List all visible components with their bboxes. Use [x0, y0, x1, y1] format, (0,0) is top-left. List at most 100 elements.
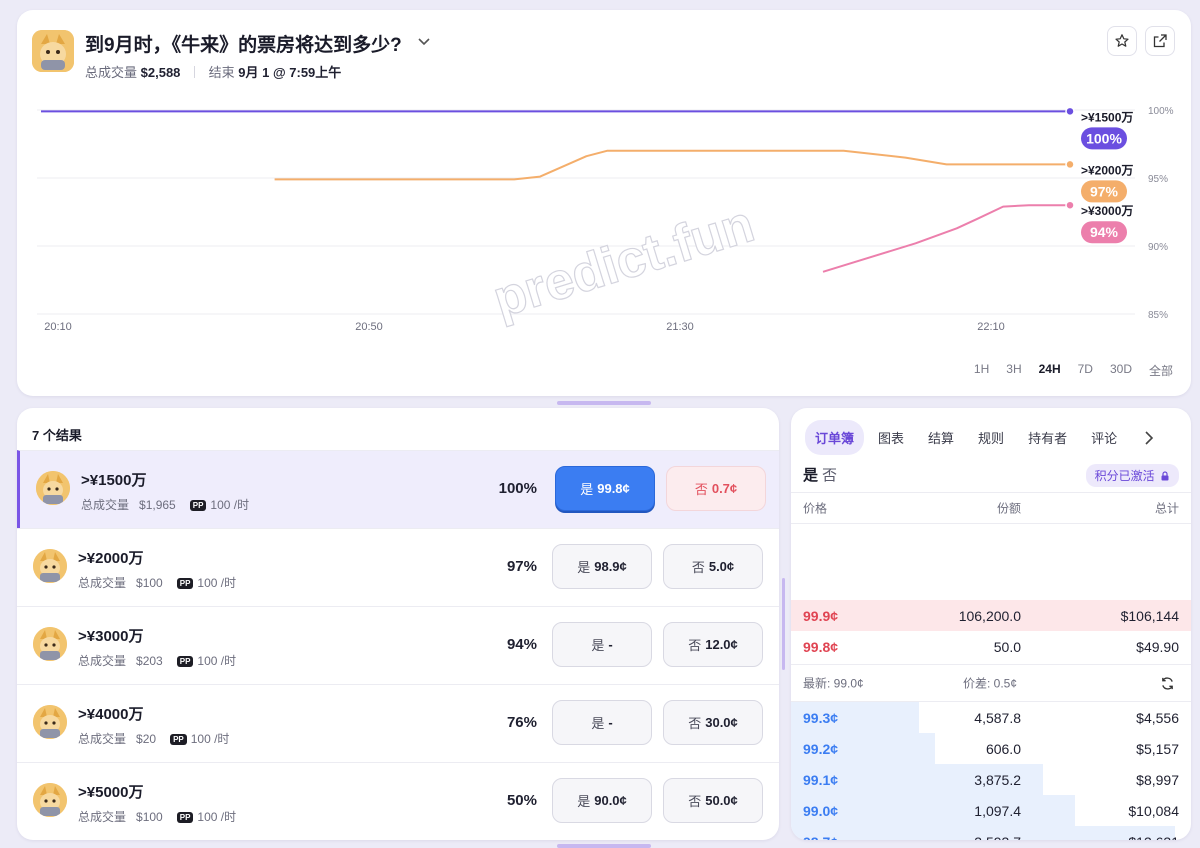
ask-row[interactable]: 99.8¢ 50.0 $49.90 [791, 631, 1191, 662]
outcome-volume: $203 [136, 654, 163, 668]
range-tab[interactable]: 1H [974, 362, 989, 379]
book-tab[interactable]: 订单簿 [805, 420, 865, 455]
outcome-probability: 97% [506, 558, 537, 575]
outcomes-card: 7 个结果 >¥1500万 总成交量 $1,965 PP 100 /时 100% 是 99.… [17, 408, 779, 840]
outcome-row[interactable]: >¥2000万 总成交量 $100 PP 100 /时 97% 是 98.9¢ 否 5.0¢ [17, 528, 779, 606]
range-tab[interactable]: 7D [1078, 362, 1093, 379]
series-line [822, 204, 1070, 273]
bid-price: 99.1¢ [803, 771, 839, 788]
yes-price: 99.8¢ [597, 481, 630, 496]
outcome-meta: 总成交量 $100 PP 100 /时 [78, 808, 236, 825]
outcome-volume-label: 总成交量 [78, 576, 127, 590]
bid-row[interactable]: 99.1¢ 3,875.2 $8,997 [791, 764, 1191, 795]
buy-yes-button[interactable]: 是 90.0¢ [552, 778, 652, 823]
side-no[interactable]: 否 [822, 467, 841, 484]
book-tab[interactable]: 评论 [1081, 420, 1127, 455]
outcome-volume: $20 [136, 732, 157, 746]
book-tab[interactable]: 持有者 [1018, 420, 1077, 455]
book-tabs: 订单簿 图表 结算 规则 持有者 评论 [805, 420, 1159, 455]
book-spread-row: 最新: 99.0¢ 价差: 0.5¢ [791, 664, 1191, 702]
no-label: 否 [688, 716, 702, 731]
col-total: 总计 [1154, 501, 1179, 516]
side-yes[interactable]: 是 [803, 467, 822, 484]
points-badge: 积分已激活 [1085, 464, 1179, 487]
outcome-probability: 50% [506, 792, 537, 809]
no-price: 30.0¢ [705, 715, 738, 730]
buy-no-button[interactable]: 否 5.0¢ [663, 544, 763, 589]
bid-row[interactable]: 99.3¢ 4,587.8 $4,556 [791, 702, 1191, 733]
bid-total: $4,556 [1136, 709, 1179, 726]
outcome-volume: $1,965 [139, 498, 176, 512]
range-tab[interactable]: 30D [1110, 362, 1132, 379]
buy-no-button[interactable]: 否 0.7¢ [666, 466, 766, 511]
outcome-volume-label: 总成交量 [81, 498, 130, 512]
ask-total: $49.90 [1136, 638, 1179, 655]
x-tick-label: 21:30 [666, 321, 694, 333]
outcomes-scrollbar[interactable] [782, 578, 785, 670]
outcome-name: >¥3000万 [78, 628, 144, 645]
ask-shares: 50.0 [993, 638, 1021, 655]
series-name-label: >¥2000万 [1081, 163, 1133, 177]
series-name-label: >¥3000万 [1081, 204, 1133, 218]
buy-yes-button[interactable]: 是- [552, 622, 652, 667]
resize-handle[interactable] [557, 401, 651, 405]
refresh-icon[interactable] [1160, 676, 1175, 691]
outcome-avatar [33, 549, 67, 583]
outcome-row[interactable]: >¥3000万 总成交量 $203 PP 100 /时 94% 是 - 否 12.0¢ [17, 606, 779, 684]
outcome-row[interactable]: >¥5000万总成交量 $100 PP 100 /时 50% 是 90.0¢ 否 50.0¢ [17, 762, 779, 840]
ask-total: $106,144 [1120, 607, 1179, 624]
outcome-rate: 100 /时 [197, 576, 237, 590]
range-tab[interactable]: 3H [1006, 362, 1021, 379]
range-tab[interactable]: 24H [1039, 362, 1061, 379]
resize-handle-bottom[interactable] [557, 844, 651, 848]
yes-label: 是 [591, 716, 605, 731]
bid-row[interactable]: 99.2¢ 606.0 $5,157 [791, 733, 1191, 764]
spread: 价差: 0.5¢ [963, 676, 1018, 691]
y-tick-label: 95% [1148, 174, 1168, 185]
outcome-row[interactable]: >¥1500万 总成交量 $1,965 PP 100 /时 100% 是 99.8¢ 否 0.7… [17, 450, 779, 528]
bid-price: 98.7¢ [803, 834, 838, 841]
outcome-name: >¥2000万 [78, 550, 144, 567]
bid-price: 99.0¢ [803, 802, 839, 819]
outcome-rate: 100 /时 [210, 498, 250, 512]
y-tick-label: 100% [1148, 106, 1174, 117]
bid-price: 99.3¢ [803, 709, 839, 726]
buy-yes-button[interactable]: 是 99.8¢ [555, 466, 655, 511]
outcome-name: >¥5000万 [78, 784, 144, 801]
book-tab[interactable]: 图表 [868, 420, 914, 455]
outcome-volume-label: 总成交量 [78, 810, 127, 824]
buy-no-button[interactable]: 否 30.0¢ [663, 700, 763, 745]
points-badge-label: 积分已激活 [1094, 469, 1155, 483]
series-endpoint [1065, 200, 1075, 210]
ask-row[interactable]: 99.9¢ 106,200.0 $106,144 [791, 600, 1191, 631]
series-name-label: >¥1500万 [1081, 110, 1133, 124]
book-header: 价格 份额 总计 [791, 492, 1191, 524]
outcome-row[interactable]: >¥4000万 总成交量 $20 PP 100 /时 76% 是 - 否 30.0¢ [17, 684, 779, 762]
chevron-right-icon[interactable] [1139, 428, 1159, 448]
bid-total: $13,631 [1128, 834, 1179, 841]
series-value-label: 97% [1090, 183, 1119, 199]
buy-no-button[interactable]: 否 50.0¢ [663, 778, 763, 823]
outcome-avatar [33, 705, 67, 739]
buy-no-button[interactable]: 否 12.0¢ [663, 622, 763, 667]
side-toggle[interactable]: 是否 [803, 464, 841, 485]
outcome-rate: 100 /时 [190, 732, 230, 746]
book-tab[interactable]: 结算 [918, 420, 964, 455]
ask-price: 99.9¢ [803, 607, 839, 624]
range-tab[interactable]: 全部 [1149, 362, 1173, 379]
buy-yes-button[interactable]: 是 98.9¢ [552, 544, 652, 589]
bid-row[interactable]: 99.0¢ 1,097.4 $10,084 [791, 795, 1191, 826]
outcome-name: >¥1500万 [81, 472, 147, 489]
yes-price: 90.0¢ [594, 793, 627, 808]
x-tick-label: 20:10 [44, 321, 72, 333]
ask-price: 99.8¢ [803, 638, 839, 655]
bid-row[interactable]: 98.7¢ 3,593.7 $13,631 [791, 826, 1191, 840]
points-icon: PP [189, 500, 207, 511]
book-tab[interactable]: 规则 [968, 420, 1014, 455]
outcome-meta: 总成交量 $203 PP 100 /时 [78, 652, 236, 669]
outcome-avatar [36, 471, 70, 505]
bid-total: $5,157 [1136, 740, 1179, 757]
outcome-volume-label: 总成交量 [78, 732, 127, 746]
no-price: 50.0¢ [705, 793, 738, 808]
buy-yes-button[interactable]: 是- [552, 700, 652, 745]
